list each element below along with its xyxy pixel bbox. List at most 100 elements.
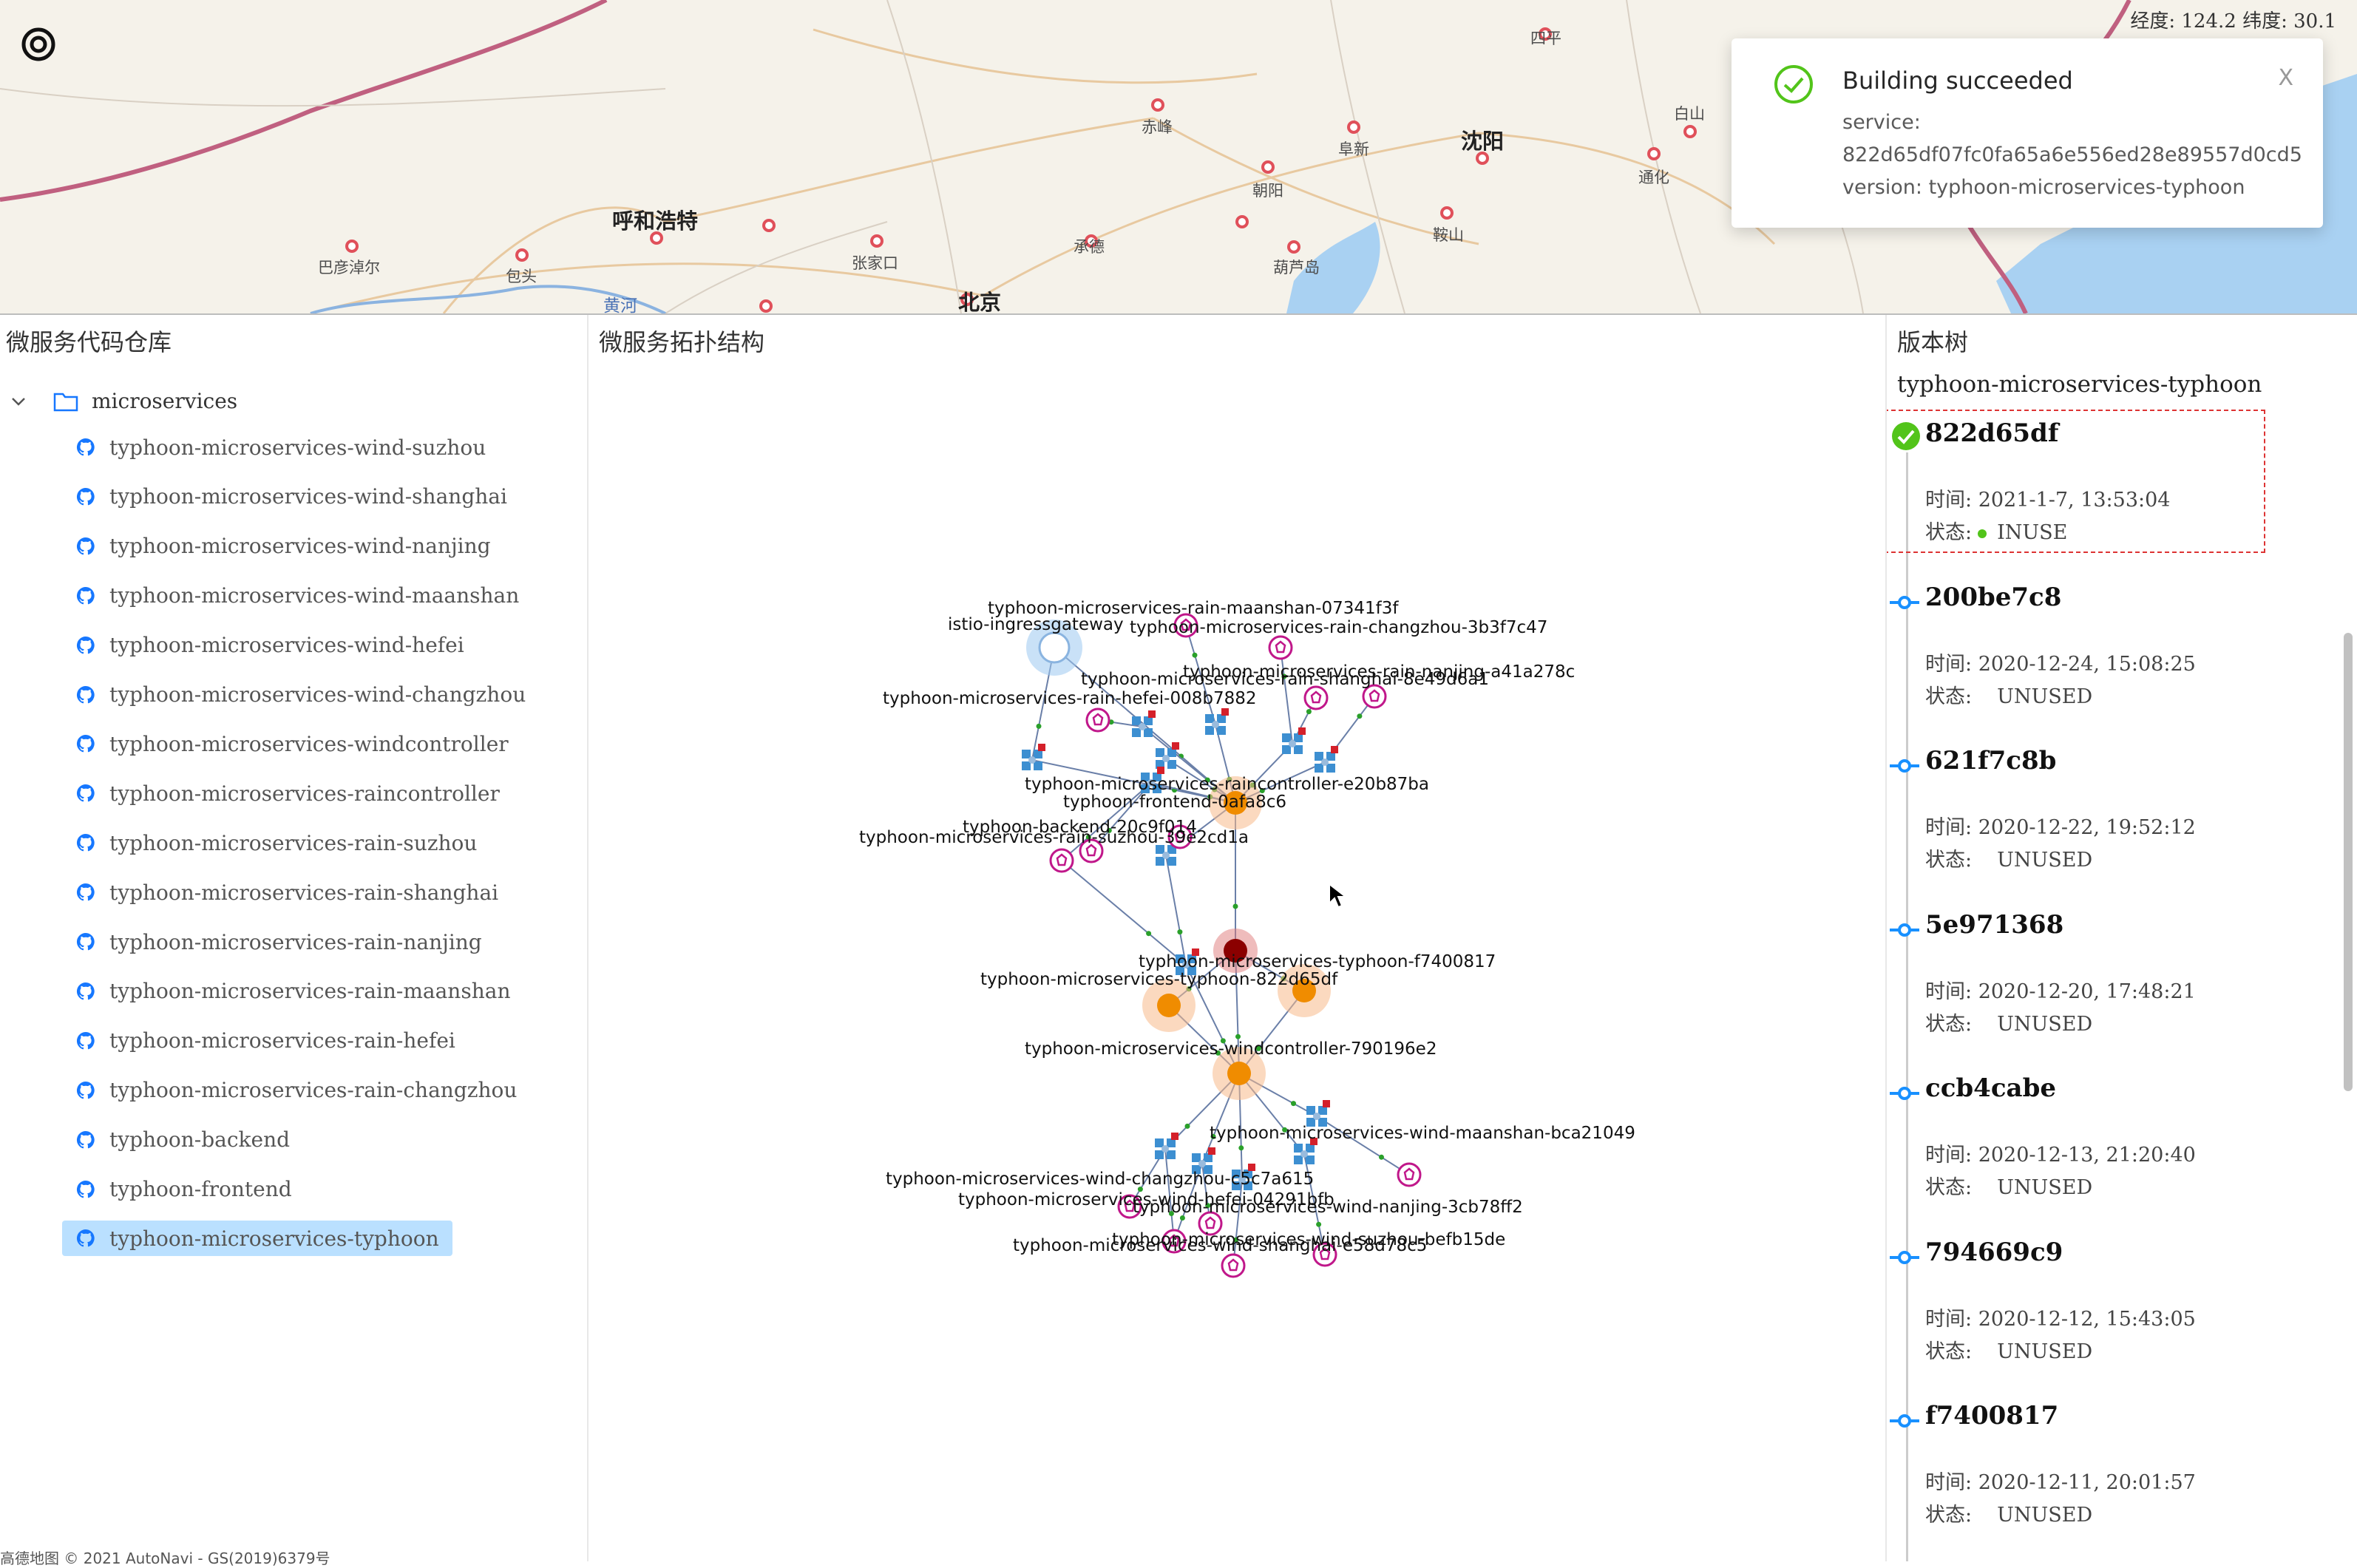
version-hash[interactable]: f7400817 xyxy=(1925,1401,2058,1430)
repo-item[interactable]: typhoon-microservices-rain-nanjing xyxy=(62,924,495,960)
repo-item[interactable]: typhoon-microservices-typhoon xyxy=(62,1221,452,1257)
repo-item[interactable]: typhoon-microservices-rain-maanshan xyxy=(62,974,523,1009)
repo-item[interactable]: typhoon-microservices-rain-changzhou xyxy=(62,1073,530,1108)
service-icon[interactable] xyxy=(1306,1100,1330,1127)
service-icon[interactable] xyxy=(1022,744,1045,770)
time-value: 2020-12-11, 20:01:57 xyxy=(1978,1471,2196,1494)
service-icon[interactable] xyxy=(1282,727,1306,754)
city-label: 朝阳 xyxy=(1252,182,1283,200)
repo-label: typhoon-microservices-rain-maanshan xyxy=(109,979,511,1004)
repo-label: typhoon-microservices-rain-shanghai xyxy=(109,880,499,905)
repo-item[interactable]: typhoon-microservices-wind-suzhou xyxy=(62,430,499,465)
github-icon xyxy=(76,586,95,605)
graph-node-label: typhoon-microservices-rain-shanghai-8e49… xyxy=(1081,670,1489,689)
time-label: 时间: xyxy=(1925,1307,1973,1331)
state-label: 状态: xyxy=(1925,1340,1973,1363)
version-hash[interactable]: 200be7c8 xyxy=(1925,583,2061,612)
version-tree-panel: 版本树 typhoon-microservices-typhoon 822d65… xyxy=(1885,315,2357,1561)
map-panel[interactable]: 巴彦淖尔 包头 呼和浩特 张家口 北京 承德 赤峰 朝阳 阜新 葫芦岛 鞍山 沈… xyxy=(0,0,2357,315)
service-icon[interactable] xyxy=(1155,1133,1178,1159)
github-icon xyxy=(76,883,95,901)
state-label: 状态: xyxy=(1925,1504,1973,1527)
chevron-down-icon[interactable] xyxy=(10,393,27,410)
scrollbar[interactable] xyxy=(2344,633,2353,1091)
city-label: 张家口 xyxy=(852,254,898,272)
service-icon[interactable] xyxy=(1132,710,1156,737)
github-icon xyxy=(76,1130,95,1149)
version-hash[interactable]: 621f7c8b xyxy=(1925,746,2056,775)
city-label: 阜新 xyxy=(1338,140,1369,158)
graph-node-label: typhoon-microservices-windcontroller-790… xyxy=(1025,1039,1437,1059)
panel-title: 微服务代码仓库 xyxy=(6,328,172,356)
edge-traffic-dot xyxy=(1036,723,1042,729)
version-hash[interactable]: 822d65df xyxy=(1925,418,2058,448)
notification-title: Building succeeded xyxy=(1842,67,2073,95)
river-label: 黄河 xyxy=(603,296,637,315)
repo-item[interactable]: typhoon-microservices-wind-hefei xyxy=(62,628,478,663)
locate-icon[interactable] xyxy=(19,25,58,64)
edge-traffic-dot xyxy=(1192,652,1198,658)
topology-panel[interactable]: 微服务拓扑结构 typhoon-microservices-rain-maans… xyxy=(589,315,1885,1561)
service-icon[interactable] xyxy=(1156,742,1179,769)
version-time: 时间: 2021-1-7, 13:53:04 xyxy=(1925,483,2170,512)
repo-item[interactable]: typhoon-microservices-windcontroller xyxy=(62,726,522,761)
repo-item[interactable]: typhoon-microservices-rain-shanghai xyxy=(62,875,512,910)
edge-traffic-dot xyxy=(1357,713,1363,719)
close-icon[interactable]: X xyxy=(2278,65,2293,91)
repo-label: typhoon-microservices-wind-nanjing xyxy=(109,534,491,559)
github-icon xyxy=(76,685,95,703)
topology-graph[interactable]: typhoon-microservices-rain-maanshan-0734… xyxy=(589,315,1885,1561)
version-hash[interactable]: ccb4cabe xyxy=(1925,1073,2056,1103)
version-time: 时间: 2020-12-13, 21:20:40 xyxy=(1925,1138,2196,1167)
success-check-icon xyxy=(1774,65,1813,103)
edge-traffic-dot xyxy=(1146,931,1152,937)
city-label: 包头 xyxy=(506,268,537,285)
repo-label: typhoon-microservices-rain-nanjing xyxy=(109,929,482,954)
service-icon[interactable] xyxy=(1205,708,1229,735)
version-time: 时间: 2020-12-20, 17:48:21 xyxy=(1925,975,2196,1004)
graph-node-label: typhoon-microservices-wind-nanjing-3cb78… xyxy=(1133,1198,1523,1217)
city-label: 巴彦淖尔 xyxy=(318,259,380,276)
repo-item[interactable]: typhoon-microservices-rain-suzhou xyxy=(62,825,490,861)
version-hash[interactable]: 794669c9 xyxy=(1925,1238,2063,1267)
edge-traffic-dot xyxy=(1379,1154,1384,1160)
github-icon xyxy=(76,537,95,555)
pod-icon[interactable] xyxy=(1268,635,1293,660)
repo-item[interactable]: typhoon-frontend xyxy=(62,1172,305,1207)
time-label: 时间: xyxy=(1925,980,1973,1003)
time-value: 2020-12-12, 15:43:05 xyxy=(1978,1307,2196,1331)
repo-item[interactable]: typhoon-microservices-wind-nanjing xyxy=(62,529,504,564)
time-value: 2021-1-7, 13:53:04 xyxy=(1978,489,2171,512)
pod-icon[interactable] xyxy=(1397,1162,1422,1187)
graph-node-label: typhoon-microservices-wind-maanshan-bca2… xyxy=(1210,1124,1635,1143)
time-value: 2020-12-13, 21:20:40 xyxy=(1978,1144,2196,1167)
commit-node-icon xyxy=(1890,1250,1919,1264)
city-label: 沈阳 xyxy=(1461,129,1505,154)
pod-icon[interactable] xyxy=(1049,848,1074,873)
pod-icon[interactable] xyxy=(1303,685,1329,710)
repo-item[interactable]: typhoon-microservices-wind-changzhou xyxy=(62,677,539,713)
pod-icon[interactable] xyxy=(1085,707,1110,733)
graph-node-label: istio-ingressgateway xyxy=(948,615,1124,634)
build-notification: Building succeeded X service: 822d65df07… xyxy=(1732,38,2323,228)
graph-node-label: typhoon-microservices-typhoon-f7400817 xyxy=(1139,952,1496,971)
repo-item[interactable]: typhoon-microservices-rain-hefei xyxy=(62,1023,469,1059)
repo-item[interactable]: typhoon-backend xyxy=(62,1122,303,1158)
pod-icon[interactable] xyxy=(1221,1253,1246,1278)
state-label: 状态: xyxy=(1925,1176,1973,1199)
github-icon xyxy=(76,636,95,654)
repository-panel: 微服务代码仓库 microservices typhoon-microservi… xyxy=(0,315,589,1561)
coordinate-readout: 经度: 124.2 纬度: 30.1 xyxy=(2130,10,2336,33)
city-label: 承德 xyxy=(1074,238,1105,256)
tree-folder-microservices[interactable]: microservices xyxy=(10,389,237,413)
graph-edge xyxy=(1061,860,1187,965)
time-label: 时间: xyxy=(1925,652,1973,676)
repo-item[interactable]: typhoon-microservices-raincontroller xyxy=(62,775,513,811)
version-hash[interactable]: 5e971368 xyxy=(1925,910,2063,940)
service-icon[interactable] xyxy=(1315,746,1338,773)
repo-label: typhoon-microservices-typhoon xyxy=(109,1226,439,1251)
graph-node-label: typhoon-microservices-wind-changzhou-c5c… xyxy=(886,1170,1314,1189)
version-state: 状态: INUSE xyxy=(1925,516,2067,545)
repo-item[interactable]: typhoon-microservices-wind-shanghai xyxy=(62,479,520,515)
repo-item[interactable]: typhoon-microservices-wind-maanshan xyxy=(62,578,532,614)
